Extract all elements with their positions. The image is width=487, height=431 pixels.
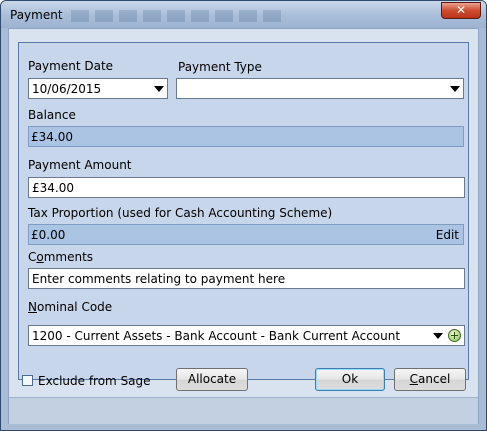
payment-date-value: 10/06/2015: [32, 82, 102, 96]
nominal-code-value: 1200 - Current Assets - Bank Account - B…: [32, 329, 401, 343]
cancel-button-accelerator: C: [409, 372, 419, 386]
allocate-button[interactable]: Allocate: [176, 368, 248, 391]
tax-proportion-field: £0.00 Edit: [28, 224, 464, 245]
comments-label-rest: mments: [43, 250, 94, 264]
payment-amount-label: Payment Amount: [28, 158, 132, 172]
chevron-down-icon[interactable]: [430, 326, 445, 345]
comments-label-accelerator: o: [36, 250, 44, 264]
title-bar-background-glass: [71, 10, 281, 22]
close-icon: ✕: [455, 3, 467, 17]
payment-type-select[interactable]: [176, 78, 464, 99]
tax-proportion-edit-link[interactable]: Edit: [436, 228, 459, 242]
window-title: Payment: [10, 8, 63, 22]
nominal-code-label: Nominal Code: [28, 300, 112, 314]
dialog-body: Payment Date 10/06/2015 Payment Type Bal…: [8, 28, 479, 424]
payment-amount-value: £34.00: [32, 181, 74, 195]
chevron-down-icon[interactable]: [150, 79, 167, 98]
title-bar[interactable]: Payment ✕: [1, 1, 486, 28]
close-button[interactable]: ✕: [441, 2, 481, 19]
balance-field: £34.00: [28, 126, 464, 147]
tax-proportion-label: Tax Proportion (used for Cash Accounting…: [28, 206, 333, 220]
comments-input[interactable]: Enter comments relating to payment here: [28, 268, 465, 289]
exclude-from-sage-checkbox[interactable]: [22, 375, 33, 386]
nominal-code-label-rest: ominal Code: [36, 300, 113, 314]
nominal-code-select[interactable]: 1200 - Current Assets - Bank Account - B…: [28, 325, 465, 346]
payment-type-label: Payment Type: [178, 60, 262, 74]
comments-value: Enter comments relating to payment here: [32, 272, 286, 286]
payment-date-picker[interactable]: 10/06/2015: [28, 78, 168, 99]
ok-button-label: Ok: [341, 372, 359, 386]
balance-label: Balance: [28, 108, 76, 122]
payment-amount-input[interactable]: £34.00: [28, 177, 465, 198]
add-nominal-code-icon[interactable]: [448, 329, 461, 342]
ok-button[interactable]: Ok: [315, 368, 385, 391]
payment-dialog: Payment ✕ Payment Date 10/06/2015 Paymen…: [0, 0, 487, 431]
nominal-code-label-accelerator: N: [28, 300, 37, 314]
allocate-button-label: Allocate: [187, 372, 237, 386]
payment-form: Payment Date 10/06/2015 Payment Type Bal…: [18, 42, 469, 380]
balance-value: £34.00: [31, 130, 73, 144]
status-strip: [9, 397, 478, 424]
chevron-down-icon[interactable]: [446, 79, 463, 98]
tax-proportion-value: £0.00: [31, 228, 66, 242]
cancel-button[interactable]: Cancel: [394, 368, 466, 391]
comments-label: Comments: [28, 250, 93, 264]
cancel-button-label: ancel: [418, 372, 451, 386]
exclude-from-sage-label[interactable]: Exclude from Sage: [38, 374, 151, 388]
payment-date-label: Payment Date: [28, 59, 114, 73]
